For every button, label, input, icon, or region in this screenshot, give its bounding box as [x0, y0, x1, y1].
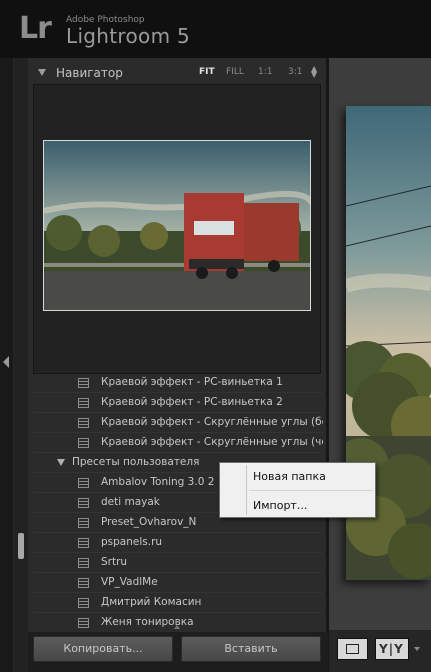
scrollbar-thumb[interactable]	[18, 533, 24, 559]
zoom-fill-option[interactable]: FILL	[226, 67, 244, 77]
preset-label: Краевой эффект - Скруглённые углы (чёр..…	[101, 436, 323, 448]
preset-icon	[78, 558, 89, 568]
truck-photo-thumbnail	[44, 141, 310, 310]
navigator-thumbnail[interactable]	[43, 140, 311, 311]
preset-icon	[78, 578, 89, 588]
zoom-3-1-option[interactable]: 3:1	[288, 67, 302, 77]
preset-icon	[78, 378, 89, 388]
loupe-view-button[interactable]	[337, 638, 368, 660]
list-item[interactable]: Краевой эффект - Скруглённые углы (бел..…	[33, 412, 323, 432]
list-item[interactable]: VP_VadlMe	[33, 572, 323, 592]
preset-icon	[78, 478, 89, 488]
menu-item-import[interactable]: Импорт...	[253, 499, 307, 512]
before-after-button[interactable]: Y|Y	[375, 638, 409, 660]
up-down-spinner-icon[interactable]: ▲ ▼	[311, 65, 317, 79]
list-item[interactable]: pspanels.ru	[33, 532, 323, 552]
panel-end-arrow-icon	[174, 625, 180, 629]
list-item[interactable]: Краевой эффект - Скруглённые углы (чёр..…	[33, 432, 323, 452]
zoom-fit-option[interactable]: FIT	[199, 67, 215, 77]
navigator-title: Навигатор	[56, 66, 123, 80]
brand-title: Lightroom 5	[66, 24, 191, 48]
zoom-1-1-option[interactable]: 1:1	[258, 67, 272, 77]
menu-gutter	[246, 465, 247, 515]
loupe-icon	[346, 644, 359, 654]
list-item[interactable]: Женя тонировка	[33, 612, 323, 632]
context-menu: Новая папка Импорт...	[219, 462, 376, 518]
menu-separator	[249, 490, 373, 491]
scrollbar-track[interactable]	[14, 58, 28, 672]
list-item[interactable]: Краевой эффект - PC-виньетка 1	[33, 374, 323, 392]
navigator-header[interactable]: Навигатор FIT FILL 1:1 3:1 ▲ ▼	[30, 62, 324, 84]
list-item[interactable]: Srtru	[33, 552, 323, 572]
preset-label: Ambalov Toning 3.0 2	[101, 476, 215, 488]
preset-icon	[78, 598, 89, 608]
preset-icon	[78, 498, 89, 508]
preset-icon	[78, 618, 89, 628]
copy-button[interactable]: Копировать...	[33, 636, 173, 662]
identity-plate: Lr Adobe Photoshop Lightroom 5	[0, 0, 431, 58]
list-item[interactable]: Краевой эффект - PC-виньетка 2	[33, 392, 323, 412]
preset-icon	[78, 398, 89, 408]
preset-label: Дмитрий Комасин	[101, 596, 202, 608]
preset-label: pspanels.ru	[101, 536, 163, 548]
preset-icon	[78, 418, 89, 428]
preset-label: Краевой эффект - PC-виньетка 2	[101, 396, 283, 408]
menu-item-new-folder[interactable]: Новая папка	[253, 470, 326, 483]
collapse-triangle-icon[interactable]	[38, 69, 46, 76]
chevron-down-icon[interactable]	[414, 647, 420, 651]
preset-icon	[78, 518, 89, 528]
lightroom-logo: Lr	[19, 11, 52, 46]
collapse-left-panel-icon[interactable]	[3, 356, 9, 368]
preset-label: deti mayak	[101, 496, 160, 508]
preset-icon	[78, 438, 89, 448]
preset-label: Srtru	[101, 556, 128, 568]
paste-button[interactable]: Вставить	[181, 636, 321, 662]
preset-label: Краевой эффект - Скруглённые углы (бел..…	[101, 416, 323, 428]
list-item[interactable]: Дмитрий Комасин	[33, 592, 323, 612]
preset-icon	[78, 538, 89, 548]
preset-label: VP_VadlMe	[101, 576, 158, 588]
preset-label: Краевой эффект - PC-виньетка 1	[101, 376, 283, 388]
preset-label: Preset_Ovharov_N	[101, 516, 197, 528]
folder-label: Пресеты пользователя	[72, 456, 200, 468]
expand-triangle-icon[interactable]	[57, 459, 65, 466]
